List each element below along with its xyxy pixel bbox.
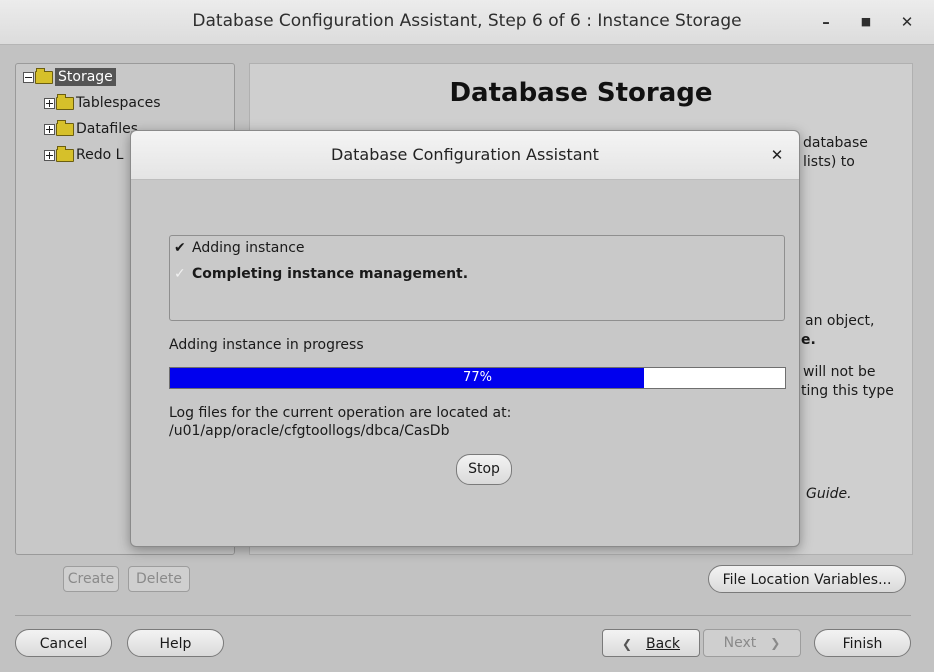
content-text-fragment: database: [803, 135, 868, 151]
step-list: ✔ Adding instance ✓ Completing instance ma…: [169, 235, 785, 321]
expand-icon[interactable]: [44, 149, 55, 161]
tree-item-datafiles[interactable]: Datafiles: [44, 116, 138, 142]
expand-icon[interactable]: [44, 123, 55, 135]
tree-item-label: Redo L: [76, 147, 124, 163]
file-location-variables-button[interactable]: File Location Variables...: [708, 565, 906, 593]
check-icon: ✓: [174, 266, 186, 282]
content-text-fragment: lists) to: [803, 154, 855, 170]
next-button-label: Next: [723, 635, 757, 651]
tree-item-redo-logs[interactable]: Redo L: [44, 142, 123, 168]
minimize-icon[interactable]: –: [816, 12, 836, 32]
back-button[interactable]: ❮ Back: [602, 629, 700, 657]
content-text-fragment: Guide.: [806, 486, 852, 502]
content-text-fragment: will not be: [803, 364, 876, 380]
tree-item-label: Datafiles: [76, 121, 139, 137]
dialog-title: Database Configuration Assistant: [331, 145, 599, 164]
chevron-right-icon: ❯: [770, 636, 781, 650]
log-location-label: Log files for the current operation are …: [169, 405, 512, 421]
folder-icon: [56, 119, 74, 136]
step-item: ✓ Completing instance management.: [170, 262, 784, 288]
create-button[interactable]: Create: [63, 566, 119, 592]
content-text-fragment: ting this type: [801, 383, 894, 399]
cancel-button[interactable]: Cancel: [15, 629, 112, 657]
progress-text: 77%: [463, 370, 492, 385]
page-title: Database Storage: [449, 78, 713, 108]
folder-icon: [56, 145, 74, 162]
window-title: Database Configuration Assistant, Step 6…: [192, 11, 742, 31]
tree-item-label: Tablespaces: [76, 95, 161, 111]
finish-button[interactable]: Finish: [814, 629, 911, 657]
progress-dialog: Database Configuration Assistant ✕ ✔ Addi…: [130, 130, 800, 547]
collapse-icon[interactable]: [23, 71, 34, 83]
footer-divider: [15, 615, 911, 616]
chevron-left-icon: ❮: [621, 637, 633, 651]
expand-icon[interactable]: [44, 97, 55, 109]
window-title-bar: Database Configuration Assistant, Step 6…: [0, 0, 934, 45]
maximize-icon[interactable]: ■: [856, 12, 876, 32]
content-text-fragment: an object,: [805, 313, 875, 329]
log-location-path: /u01/app/oracle/cfgtoollogs/dbca/CasDb: [169, 423, 450, 439]
tree-item-label: Storage: [55, 68, 116, 86]
tree-item-tablespaces[interactable]: Tablespaces: [44, 90, 161, 116]
content-text-fragment: e.: [801, 332, 816, 348]
step-item: ✔ Adding instance: [170, 236, 784, 262]
tree-item-storage[interactable]: Storage: [23, 64, 116, 90]
delete-button[interactable]: Delete: [128, 566, 190, 592]
check-icon: ✔: [174, 240, 186, 256]
close-icon[interactable]: ✕: [897, 12, 917, 32]
stop-button[interactable]: Stop: [456, 454, 512, 485]
folder-icon: [56, 93, 74, 110]
progress-label: Adding instance in progress: [169, 337, 364, 353]
step-label: Completing instance management.: [192, 266, 469, 282]
dialog-title-bar: Database Configuration Assistant ✕: [131, 131, 799, 180]
next-button[interactable]: Next ❯: [703, 629, 801, 657]
folder-icon: [35, 67, 53, 84]
help-button[interactable]: Help: [127, 629, 224, 657]
back-button-label: Back: [646, 636, 681, 652]
step-label: Adding instance: [192, 240, 305, 256]
dialog-close-icon[interactable]: ✕: [767, 145, 787, 165]
progress-bar: 77%: [169, 367, 786, 389]
